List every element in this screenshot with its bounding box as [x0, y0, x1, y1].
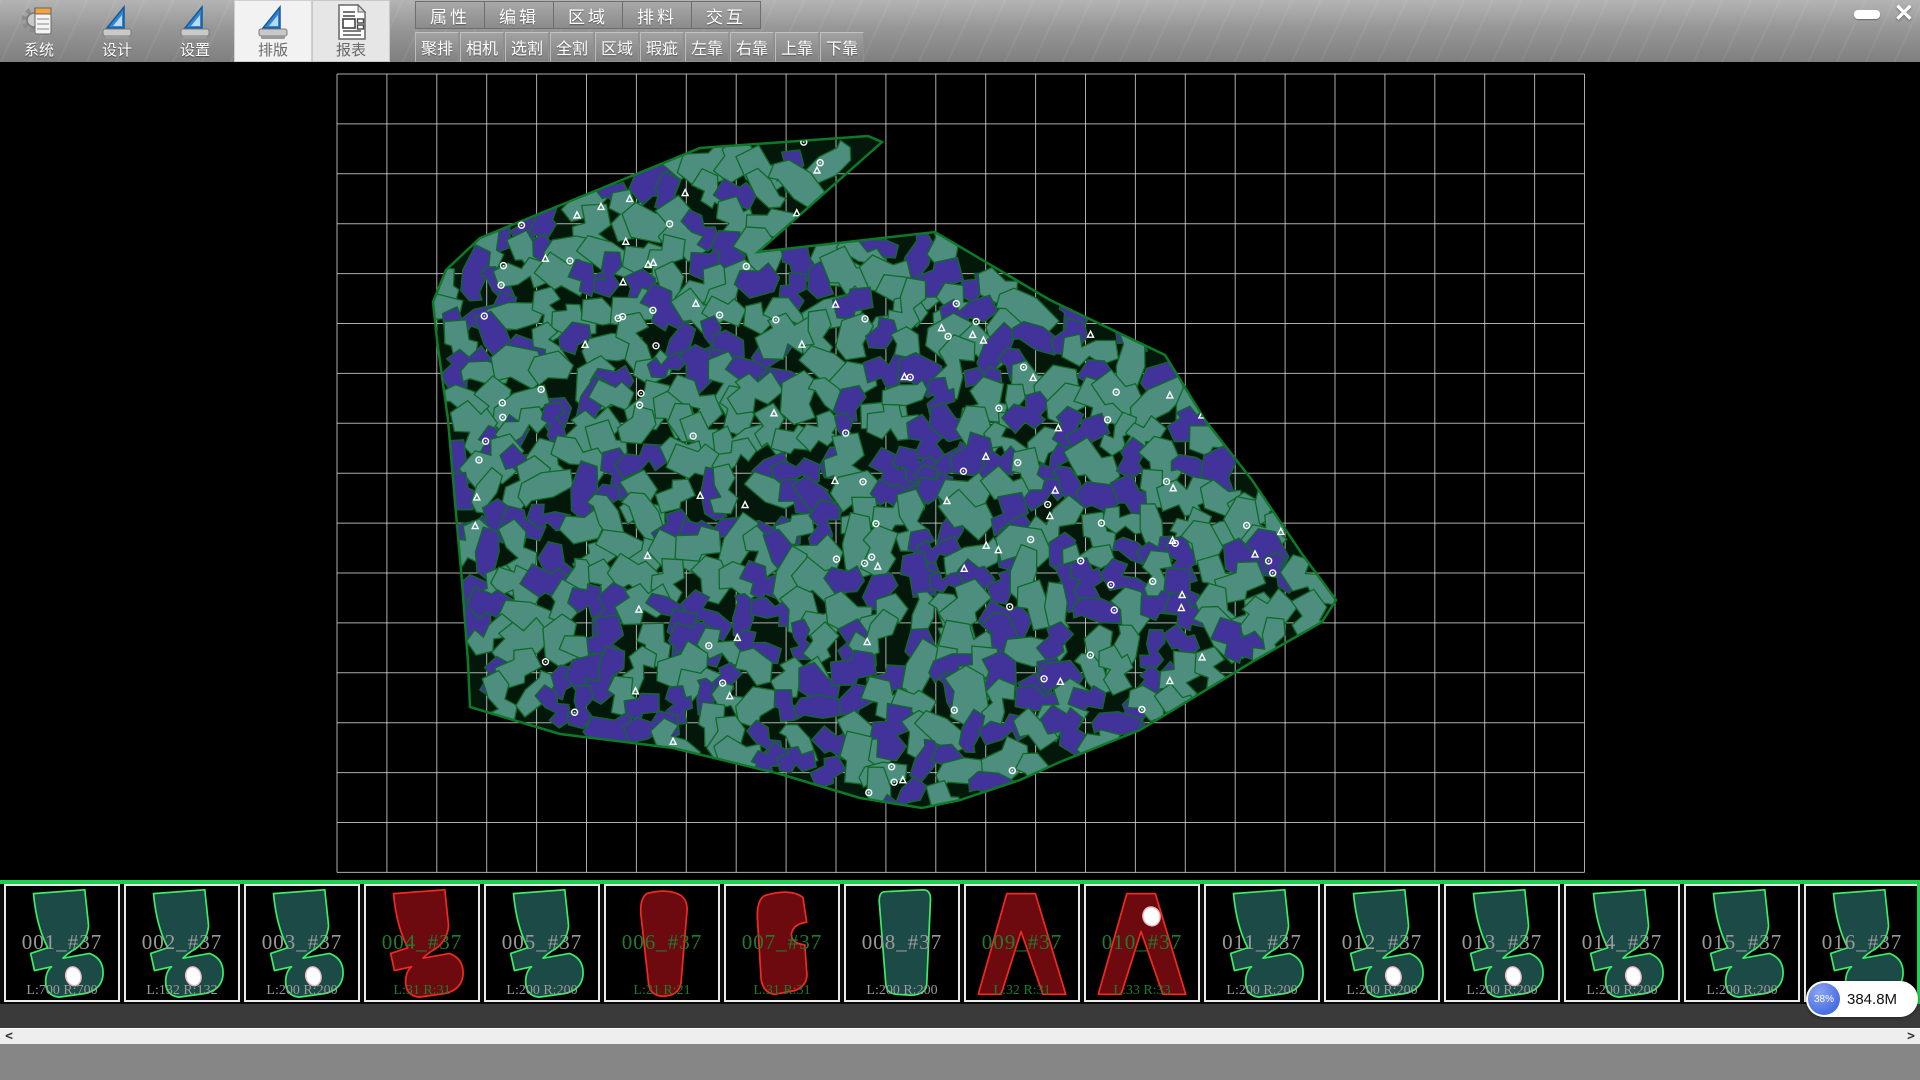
part-id-label: 014_#37 [1566, 930, 1678, 955]
system-gear-icon [19, 2, 59, 42]
parts-cell-row: 001_#37 L:700 R:700 002_#37 L:132 R:132 003_… [0, 884, 1920, 1004]
menu-tab-区域[interactable]: 区域 [553, 1, 623, 29]
part-cell-002_#37[interactable]: 002_#37 L:132 R:132 [124, 884, 240, 1002]
part-cell-004_#37[interactable]: 004_#37 L:31 R:31 [364, 884, 480, 1002]
part-id-label: 016_#37 [1806, 930, 1918, 955]
part-lr-count: L:200 R:200 [846, 983, 958, 999]
toolbar-button-label: 系统 [24, 42, 54, 59]
part-id-label: 008_#37 [846, 930, 958, 955]
action-button-瑕疵[interactable]: 瑕疵 [640, 32, 684, 62]
part-cell-005_#37[interactable]: 005_#37 L:200 R:200 [484, 884, 600, 1002]
toolbar-button-label: 设置 [180, 42, 210, 59]
part-cell-001_#37[interactable]: 001_#37 L:700 R:700 [4, 884, 120, 1002]
part-lr-count: L:200 R:200 [1566, 983, 1678, 999]
toolbar-button-设置[interactable]: 设置 [156, 0, 234, 62]
part-cell-012_#37[interactable]: 012_#37 L:200 R:200 [1324, 884, 1440, 1002]
action-button-区域[interactable]: 区域 [595, 32, 639, 62]
minimize-button[interactable] [1852, 3, 1882, 25]
part-cell-003_#37[interactable]: 003_#37 L:200 R:200 [244, 884, 360, 1002]
part-cell-007_#37[interactable]: 007_#37 L:31 R:31 [724, 884, 840, 1002]
action-button-bar: 聚排相机选割全割区域瑕疵左靠右靠上靠下靠 [415, 32, 865, 62]
part-id-label: 012_#37 [1326, 930, 1438, 955]
toolbar-button-报表[interactable]: 报表 [312, 0, 390, 62]
menu-tab-编辑[interactable]: 编辑 [484, 1, 554, 29]
part-id-label: 010_#37 [1086, 930, 1198, 955]
part-id-label: 005_#37 [486, 930, 598, 955]
action-button-全割[interactable]: 全割 [550, 32, 594, 62]
part-lr-count: L:200 R:200 [1326, 983, 1438, 999]
set-square-icon [175, 2, 215, 42]
part-lr-count: L:132 R:132 [126, 983, 238, 999]
part-lr-count: L:31 R:31 [726, 983, 838, 999]
part-id-label: 001_#37 [6, 930, 118, 955]
toolbar-button-系统[interactable]: 系统 [0, 0, 78, 62]
scroll-right-arrow[interactable]: > [1902, 1029, 1920, 1044]
toolbar-button-label: 报表 [336, 42, 366, 59]
action-button-聚排[interactable]: 聚排 [415, 32, 459, 62]
icon-bar: 系统 设计 设置 排版 报表 [0, 0, 390, 62]
scroll-left-arrow[interactable]: < [0, 1029, 18, 1044]
part-lr-count: L:21 R:21 [606, 983, 718, 999]
report-icon [331, 2, 371, 42]
set-square-icon [253, 2, 293, 42]
part-lr-count: L:200 R:200 [246, 983, 358, 999]
menu-tab-交互[interactable]: 交互 [691, 1, 761, 29]
set-square-icon [97, 2, 137, 42]
menu-tab-bar: 属性编辑区域排料交互 [415, 1, 760, 29]
part-lr-count: L:33 R:33 [1086, 983, 1198, 999]
part-lr-count: L:200 R:200 [1446, 983, 1558, 999]
part-id-label: 002_#37 [126, 930, 238, 955]
status-bar [0, 1044, 1920, 1080]
part-cell-009_#37[interactable]: 009_#37 L:32 R:31 [964, 884, 1080, 1002]
nesting-canvas[interactable] [0, 62, 1920, 880]
memory-value: 384.8M [1847, 991, 1897, 1008]
part-id-label: 011_#37 [1206, 930, 1318, 955]
part-lr-count: L:31 R:31 [366, 983, 478, 999]
part-cell-006_#37[interactable]: 006_#37 L:21 R:21 [604, 884, 720, 1002]
part-id-label: 009_#37 [966, 930, 1078, 955]
action-button-右靠[interactable]: 右靠 [730, 32, 774, 62]
close-button[interactable]: ✕ [1894, 3, 1914, 25]
part-id-label: 004_#37 [366, 930, 478, 955]
action-button-下靠[interactable]: 下靠 [820, 32, 864, 62]
part-id-label: 013_#37 [1446, 930, 1558, 955]
action-button-相机[interactable]: 相机 [460, 32, 504, 62]
part-lr-count: L:200 R:200 [1686, 983, 1798, 999]
strip-bottom-gap [0, 1004, 1920, 1028]
parts-thumbnail-strip: 001_#37 L:700 R:700 002_#37 L:132 R:132 003_… [0, 880, 1920, 1004]
part-id-label: 007_#37 [726, 930, 838, 955]
window-controls: ✕ [1852, 3, 1914, 25]
progress-circle: 38% [1808, 983, 1840, 1015]
part-id-label: 015_#37 [1686, 930, 1798, 955]
part-id-label: 003_#37 [246, 930, 358, 955]
part-cell-015_#37[interactable]: 015_#37 L:200 R:200 [1684, 884, 1800, 1002]
menu-tab-属性[interactable]: 属性 [415, 1, 485, 29]
toolbar-button-label: 排版 [258, 42, 288, 59]
part-lr-count: L:200 R:200 [486, 983, 598, 999]
minimize-icon [1854, 10, 1880, 19]
part-lr-count: L:32 R:31 [966, 983, 1078, 999]
nest-drawing [0, 62, 1920, 880]
part-lr-count: L:200 R:200 [1206, 983, 1318, 999]
part-lr-count: L:700 R:700 [6, 983, 118, 999]
part-cell-011_#37[interactable]: 011_#37 L:200 R:200 [1204, 884, 1320, 1002]
main-toolbar: 系统 设计 设置 排版 报表 属性编辑区域排料交互 聚排相机选割全割区域瑕疵左靠… [0, 0, 1920, 63]
memory-usage-badge: 38% 384.8M [1806, 981, 1918, 1017]
part-cell-014_#37[interactable]: 014_#37 L:200 R:200 [1564, 884, 1680, 1002]
toolbar-button-设计[interactable]: 设计 [78, 0, 156, 62]
action-button-选割[interactable]: 选割 [505, 32, 549, 62]
part-cell-013_#37[interactable]: 013_#37 L:200 R:200 [1444, 884, 1560, 1002]
part-cell-008_#37[interactable]: 008_#37 L:200 R:200 [844, 884, 960, 1002]
app-window: 系统 设计 设置 排版 报表 属性编辑区域排料交互 聚排相机选割全割区域瑕疵左靠… [0, 0, 1920, 1080]
toolbar-button-label: 设计 [102, 42, 132, 59]
horizontal-scrollbar[interactable]: < > [0, 1028, 1920, 1044]
part-id-label: 006_#37 [606, 930, 718, 955]
toolbar-button-排版[interactable]: 排版 [234, 0, 312, 62]
menu-tab-排料[interactable]: 排料 [622, 1, 692, 29]
action-button-左靠[interactable]: 左靠 [685, 32, 729, 62]
part-cell-010_#37[interactable]: 010_#37 L:33 R:33 [1084, 884, 1200, 1002]
action-button-上靠[interactable]: 上靠 [775, 32, 819, 62]
